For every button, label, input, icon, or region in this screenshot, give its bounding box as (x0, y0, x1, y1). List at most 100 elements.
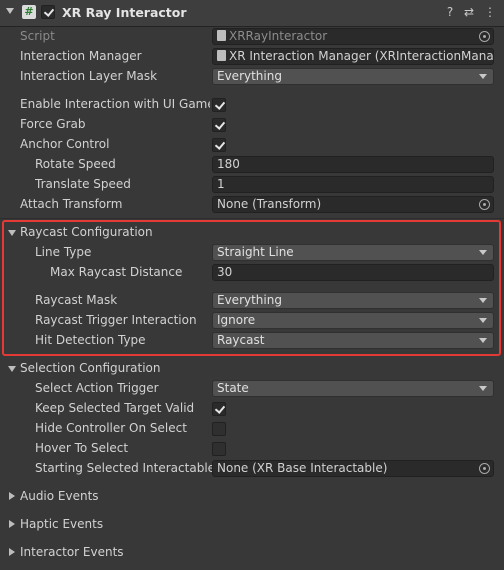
hit-detection-type-row: Hit Detection Type Raycast (0, 331, 504, 351)
enable-ui-label: Enable Interaction with UI GameObjects (20, 97, 210, 111)
script-file-icon (217, 30, 226, 41)
dropdown-arrow-icon (479, 338, 487, 343)
help-icon[interactable]: ? (443, 5, 457, 19)
translate-speed-row: Translate Speed 1 (0, 175, 504, 195)
select-action-trigger-label: Select Action Trigger (35, 381, 159, 395)
selection-configuration-foldout[interactable]: Selection Configuration (0, 359, 504, 379)
raycast-trigger-interaction-value: Ignore (217, 313, 256, 327)
dropdown-arrow-icon (479, 386, 487, 391)
object-picker-icon (479, 31, 490, 42)
audio-events-title: Audio Events (20, 489, 99, 503)
starting-selected-value: None (XR Base Interactable) (217, 461, 388, 475)
dropdown-arrow-icon (479, 298, 487, 303)
hover-to-select-label: Hover To Select (35, 441, 129, 455)
dropdown-arrow-icon (479, 318, 487, 323)
interaction-manager-row: Interaction Manager XR Interaction Manag… (0, 47, 504, 67)
rotate-speed-row: Rotate Speed 180 (0, 155, 504, 175)
foldout-closed-icon[interactable] (9, 520, 15, 528)
select-action-trigger-value: State (217, 381, 249, 395)
raycast-mask-dropdown[interactable]: Everything (212, 292, 494, 309)
foldout-closed-icon[interactable] (9, 492, 15, 500)
interaction-manager-value: XR Interaction Manager (XRInteractionMan… (229, 49, 494, 63)
component-title: XR Ray Interactor (62, 5, 187, 20)
audio-events-foldout[interactable]: Audio Events (0, 487, 504, 507)
foldout-open-icon[interactable] (8, 230, 16, 236)
anchor-control-checkbox[interactable] (212, 138, 226, 152)
hide-controller-checkbox[interactable] (212, 422, 226, 436)
anchor-control-label: Anchor Control (20, 137, 110, 151)
script-field: XRRayInteractor (212, 28, 494, 45)
enable-ui-checkbox[interactable] (212, 98, 226, 112)
raycast-trigger-interaction-row: Raycast Trigger Interaction Ignore (0, 311, 504, 331)
attach-transform-label: Attach Transform (20, 197, 123, 211)
script-label: Script (20, 29, 55, 43)
line-type-row: Line Type Straight Line (0, 243, 504, 263)
interactor-events-title: Interactor Events (20, 545, 124, 559)
select-action-trigger-dropdown[interactable]: State (212, 380, 494, 397)
raycast-trigger-interaction-label: Raycast Trigger Interaction (35, 313, 197, 327)
interactor-events-foldout[interactable]: Interactor Events (0, 543, 504, 563)
component-enabled-checkbox[interactable] (41, 5, 55, 19)
raycast-mask-row: Raycast Mask Everything (0, 291, 504, 311)
translate-speed-input[interactable]: 1 (212, 176, 494, 193)
object-picker-icon[interactable] (479, 463, 490, 474)
keep-selected-row: Keep Selected Target Valid (0, 399, 504, 419)
collapse-arrow-icon[interactable] (6, 8, 14, 14)
max-raycast-distance-row: Max Raycast Distance 30 (0, 263, 504, 283)
object-picker-icon[interactable] (479, 199, 490, 210)
dropdown-arrow-icon (479, 250, 487, 255)
rotate-speed-input[interactable]: 180 (212, 156, 494, 173)
script-value: XRRayInteractor (229, 29, 328, 43)
anchor-control-row: Anchor Control (0, 135, 504, 155)
interaction-manager-label: Interaction Manager (20, 49, 142, 63)
line-type-label: Line Type (35, 245, 92, 259)
selection-configuration-title: Selection Configuration (20, 361, 161, 375)
translate-speed-label: Translate Speed (35, 177, 131, 191)
hide-controller-label: Hide Controller On Select (35, 421, 187, 435)
line-type-dropdown[interactable]: Straight Line (212, 244, 494, 261)
attach-transform-row: Attach Transform None (Transform) (0, 195, 504, 215)
presets-icon[interactable]: ⇄ (462, 5, 476, 19)
force-grab-label: Force Grab (20, 117, 86, 131)
haptic-events-foldout[interactable]: Haptic Events (0, 515, 504, 535)
hit-detection-type-label: Hit Detection Type (35, 333, 146, 347)
interaction-manager-field[interactable]: XR Interaction Manager (XRInteractionMan… (212, 48, 494, 65)
raycast-configuration-foldout[interactable]: Raycast Configuration (0, 223, 504, 243)
attach-transform-field[interactable]: None (Transform) (212, 196, 494, 213)
hover-to-select-checkbox[interactable] (212, 442, 226, 456)
hit-detection-type-value: Raycast (217, 333, 265, 347)
force-grab-row: Force Grab (0, 115, 504, 135)
component-header: # XR Ray Interactor ? ⇄ ⋮ (0, 0, 504, 27)
foldout-closed-icon[interactable] (9, 548, 15, 556)
component-icon (217, 50, 226, 61)
line-type-value: Straight Line (217, 245, 294, 259)
attach-transform-value: None (Transform) (217, 197, 322, 211)
haptic-events-title: Haptic Events (20, 517, 104, 531)
interaction-layer-mask-value: Everything (217, 69, 282, 83)
foldout-open-icon[interactable] (8, 366, 16, 372)
hit-detection-type-dropdown[interactable]: Raycast (212, 332, 494, 349)
interaction-layer-mask-label: Interaction Layer Mask (20, 69, 158, 83)
raycast-mask-value: Everything (217, 293, 282, 307)
enable-ui-row: Enable Interaction with UI GameObjects (0, 95, 504, 115)
section-divider (0, 218, 504, 219)
max-raycast-distance-label: Max Raycast Distance (50, 265, 183, 279)
starting-selected-field[interactable]: None (XR Base Interactable) (212, 460, 494, 477)
max-raycast-distance-input[interactable]: 30 (212, 264, 494, 281)
hide-controller-row: Hide Controller On Select (0, 419, 504, 439)
starting-selected-row: Starting Selected Interactable None (XR … (0, 459, 504, 479)
hover-to-select-row: Hover To Select (0, 439, 504, 459)
rotate-speed-label: Rotate Speed (35, 157, 116, 171)
keep-selected-checkbox[interactable] (212, 402, 226, 416)
force-grab-checkbox[interactable] (212, 118, 226, 132)
interaction-layer-mask-row: Interaction Layer Mask Everything (0, 67, 504, 87)
more-options-icon[interactable]: ⋮ (483, 5, 497, 19)
interaction-layer-mask-dropdown[interactable]: Everything (212, 68, 494, 85)
raycast-trigger-interaction-dropdown[interactable]: Ignore (212, 312, 494, 329)
script-row: Script XRRayInteractor (0, 27, 504, 47)
raycast-mask-label: Raycast Mask (35, 293, 118, 307)
starting-selected-label: Starting Selected Interactable (35, 461, 216, 475)
select-action-trigger-row: Select Action Trigger State (0, 379, 504, 399)
script-icon: # (22, 5, 36, 19)
raycast-configuration-title: Raycast Configuration (20, 225, 153, 239)
